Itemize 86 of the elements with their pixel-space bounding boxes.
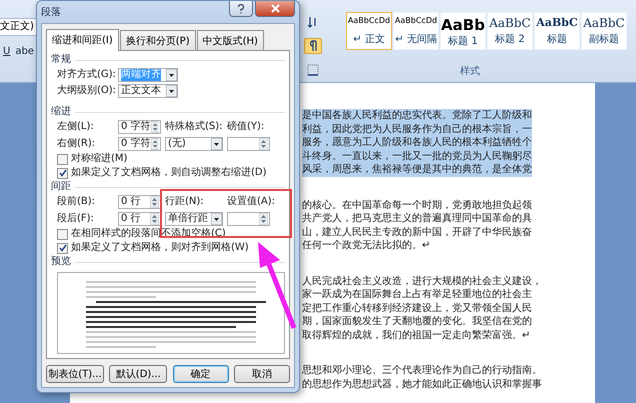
field-label: 段后(F): xyxy=(57,213,95,225)
close-button[interactable] xyxy=(255,1,295,17)
text-line: 人民完成社会主义改造，进行大规模的社会主义建设， xyxy=(302,274,542,288)
dialog-button[interactable]: 确定 xyxy=(172,365,229,383)
dropdown-icon[interactable] xyxy=(166,69,177,81)
number-field[interactable]: 0 字符 xyxy=(118,137,161,151)
style-preset[interactable]: AaBbC 副标题 xyxy=(581,12,627,50)
style-name: 标题 2 xyxy=(495,32,525,46)
number-field[interactable]: 0 行 xyxy=(118,195,161,209)
dropdown-icon[interactable] xyxy=(211,213,222,225)
style-preset[interactable]: AaBbCcDd ↵ 正文 xyxy=(346,12,392,50)
checkbox-label: 如果定义了文档网格，则对齐到网格(W) xyxy=(71,242,249,254)
spinner-icon[interactable] xyxy=(259,213,268,225)
number-field[interactable]: 0 字符 xyxy=(118,120,161,134)
text-line: 山，建立人民民主专政的新中国，开辟了中华民族奋 xyxy=(302,226,532,239)
spinner-icon[interactable] xyxy=(150,121,159,133)
style-preset[interactable]: AaBb 标题 1 xyxy=(440,12,486,50)
text-line: 定把工作重心转移到经济建设上，党又带领全国人民 xyxy=(302,302,532,315)
strikethrough-button[interactable]: abe xyxy=(15,46,34,57)
text-line: 取得辉煌的成就，我们的祖国一定走向繁荣富强。↵ xyxy=(302,328,530,342)
checkbox[interactable] xyxy=(57,228,68,240)
text-line: 的思想作为思想武器，她才能如此正确地认识和掌握事 xyxy=(302,378,542,391)
number-field[interactable] xyxy=(227,212,270,226)
checkbox[interactable] xyxy=(57,242,68,254)
field-label: 对齐方式(G): xyxy=(57,69,117,81)
field-label: 段前(B): xyxy=(57,196,96,208)
style-name: 标题 xyxy=(547,32,567,46)
section-heading: 预览 xyxy=(51,256,71,268)
style-preview: AaBbCcDd xyxy=(394,16,438,25)
dialog-title: 段落 xyxy=(41,6,61,19)
style-name: ↵ 正文 xyxy=(353,32,385,46)
section-heading: 缩进 xyxy=(51,106,71,118)
dialog-button[interactable]: 取消 xyxy=(234,365,290,383)
tab[interactable]: 换行和分页(P) xyxy=(120,30,196,51)
style-preview: AaBbC xyxy=(583,16,625,30)
style-name: ↵ 无间隔 xyxy=(395,33,437,46)
dropdown-icon[interactable] xyxy=(211,138,222,150)
style-preset[interactable]: AaBbC 标题 xyxy=(534,12,580,50)
spinner-icon[interactable] xyxy=(150,138,159,150)
field-label: 大纲级别(O): xyxy=(57,85,118,97)
help-icon xyxy=(237,4,245,14)
font-field[interactable]: 文正文) xyxy=(0,18,37,36)
dropdown-icon[interactable] xyxy=(166,85,177,97)
tab[interactable]: 缩进和间距(I) xyxy=(46,29,119,51)
field-label: 右侧(R): xyxy=(57,138,96,150)
style-name: 副标题 xyxy=(589,32,619,46)
spinner-icon[interactable] xyxy=(150,213,159,225)
text-line: 任何一个政党无法比拟的。↵ xyxy=(302,239,430,252)
style-name: 标题 1 xyxy=(448,34,478,48)
style-preview: AaBbC xyxy=(536,16,578,29)
section-heading: 常规 xyxy=(51,54,71,66)
number-field[interactable]: 0 行 xyxy=(118,212,161,226)
field-label: 左侧(L): xyxy=(57,121,95,133)
dialog-button[interactable]: 默认(D)... xyxy=(109,365,168,383)
group-label: 样式 xyxy=(460,64,480,78)
style-preset[interactable]: AaBbCcDd ↵ 无间隔 xyxy=(393,12,439,50)
text-line: 家一跃成为在国际舞台上占有举足轻重地位的社会主 xyxy=(302,288,532,302)
field-label: 设置值(A): xyxy=(227,196,276,208)
dropdown-field[interactable]: 单倍行距 xyxy=(165,212,223,226)
paragraph-mark-icon[interactable] xyxy=(304,38,322,54)
dialog-button[interactable]: 制表位(T)... xyxy=(46,365,104,383)
text-line: 的核心。在中国革命每一个时期，党勇敢地担负起领 xyxy=(302,198,532,212)
checkbox[interactable] xyxy=(57,168,68,178)
style-preview: AaBbC xyxy=(489,16,531,30)
close-icon xyxy=(270,4,280,13)
checkbox[interactable] xyxy=(57,154,68,164)
spinner-icon[interactable] xyxy=(259,138,268,150)
tab[interactable]: 中文版式(H) xyxy=(196,30,264,51)
dropdown-field[interactable]: (无) xyxy=(165,137,223,151)
field-label: 行距(N): xyxy=(165,196,205,208)
number-field[interactable] xyxy=(227,137,270,151)
text-line: 期，国家面貌发生了天翻地覆的变化。我坚信在党的 xyxy=(302,315,532,328)
style-preview: AaBbCcDd xyxy=(348,16,390,25)
spinner-icon[interactable] xyxy=(150,196,159,208)
checkbox-label: 对称缩进(M) xyxy=(71,153,128,165)
text-line: 共产党人，把马克思主义的普遍真理同中国革命的具 xyxy=(302,212,532,226)
section-heading: 间距 xyxy=(51,181,71,193)
field-label: 特殊格式(S): xyxy=(165,121,224,133)
style-preview: AaBb xyxy=(441,16,485,34)
dropdown-field[interactable]: 正文文本 xyxy=(118,84,178,98)
help-button[interactable] xyxy=(229,1,253,17)
checkbox-label: 如果定义了文档网格，则自动调整右缩进(D) xyxy=(71,167,267,179)
text-line: 思想和邓小理论、三个代表理论作为自己的行动指南。 xyxy=(302,364,542,378)
style-preset[interactable]: AaBbC 标题 2 xyxy=(487,12,533,50)
field-label: 磅值(Y): xyxy=(227,121,266,133)
underline-button[interactable]: U xyxy=(3,46,10,57)
